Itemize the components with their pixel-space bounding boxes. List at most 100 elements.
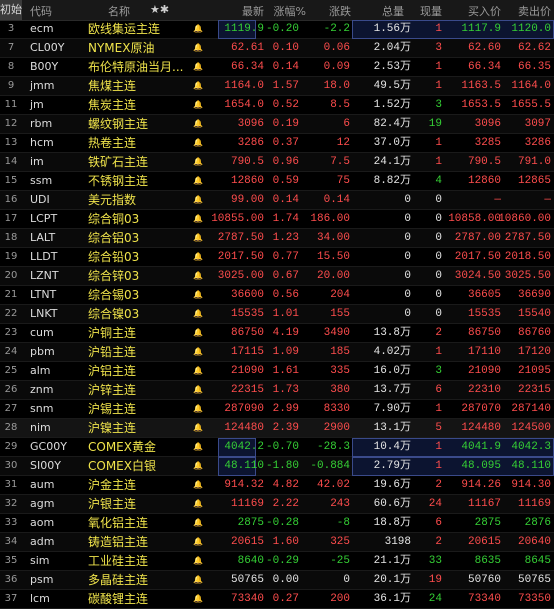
- table-row[interactable]: 18 LALT 综合铝03 🔔 2787.50 1.23 34.00 0 0 2787.00 278…: [0, 229, 554, 248]
- alert-bell-icon[interactable]: 🔔: [192, 210, 204, 228]
- table-row[interactable]: 3 ecm 欧线集运主连 🔔 1119.9 -0.20 -2.2 1.56万 1 1117.9 11…: [0, 20, 554, 39]
- alert-bell-icon[interactable]: 🔔: [192, 400, 204, 418]
- alert-bell-icon[interactable]: 🔔: [192, 381, 204, 399]
- alert-bell-icon[interactable]: 🔔: [192, 590, 204, 608]
- ask-price: 36690: [517, 289, 551, 301]
- header-buy[interactable]: 买入价: [468, 3, 501, 19]
- alert-bell-icon[interactable]: 🔔: [192, 533, 204, 551]
- table-row[interactable]: 26 znm 沪锌主连 🔔 22315 1.73 380 13.7万 6 22310 22315: [0, 381, 554, 400]
- alert-bell-icon[interactable]: 🔔: [192, 514, 204, 532]
- current-volume: 6: [435, 384, 442, 396]
- header-last[interactable]: 最新: [242, 3, 264, 19]
- alert-bell-icon[interactable]: 🔔: [192, 343, 204, 361]
- ask-price: 287140: [511, 403, 551, 415]
- change-amount: -8: [336, 517, 350, 529]
- alert-bell-icon[interactable]: 🔔: [192, 286, 204, 304]
- alert-bell-icon[interactable]: 🔔: [192, 77, 204, 95]
- table-row[interactable]: 28 nim 沪镍主连 🔔 124480 2.39 2900 13.1万 5 124480 1245…: [0, 419, 554, 438]
- current-volume: 1: [435, 137, 442, 149]
- table-row[interactable]: 13 hcm 热卷主连 🔔 3286 0.37 12 37.0万 1 3285 3286: [0, 134, 554, 153]
- alert-bell-icon[interactable]: 🔔: [192, 571, 204, 589]
- contract-name: NYMEX原油: [88, 41, 155, 55]
- alert-bell-icon[interactable]: 🔔: [192, 115, 204, 133]
- row-index: 7: [7, 42, 15, 53]
- table-row[interactable]: 27 snm 沪锡主连 🔔 287090 2.99 8330 7.90万 1 287070 2871…: [0, 400, 554, 419]
- ask-price: 15540: [517, 308, 551, 320]
- header-code[interactable]: 代码: [30, 3, 52, 19]
- last-price: 20615: [230, 536, 264, 548]
- header-vol[interactable]: 总量: [382, 3, 404, 19]
- alert-bell-icon[interactable]: 🔔: [192, 248, 204, 266]
- ask-price: 12865: [517, 175, 551, 187]
- header-sell[interactable]: 卖出价: [518, 3, 551, 19]
- last-price: 36600: [230, 289, 264, 301]
- alert-bell-icon[interactable]: 🔔: [192, 438, 204, 456]
- header-chg[interactable]: 涨跌: [329, 3, 351, 19]
- table-row[interactable]: 16 UDI 美元指数 🔔 99.00 0.14 0.14 0 0 — —: [0, 191, 554, 210]
- total-volume: 2.79万: [373, 460, 411, 472]
- table-row[interactable]: 23 cum 沪铜主连 🔔 86750 4.19 3490 13.8万 2 86750 86760: [0, 324, 554, 343]
- alert-bell-icon[interactable]: 🔔: [192, 495, 204, 513]
- table-row[interactable]: 17 LCPT 综合铜03 🔔 10855.00 1.74 186.00 0 0 10858.00…: [0, 210, 554, 229]
- alert-bell-icon[interactable]: 🔔: [192, 267, 204, 285]
- header-name[interactable]: 名称: [108, 3, 130, 19]
- table-row[interactable]: 35 sim 工业硅主连 🔔 8640 -0.29 -25 21.1万 33 8635 8645: [0, 552, 554, 571]
- table-row[interactable]: 11 jm 焦炭主连 🔔 1654.0 0.52 8.5 1.52万 3 1653.5 1655.5: [0, 96, 554, 115]
- header-pct[interactable]: 涨幅%: [274, 3, 306, 19]
- alert-bell-icon[interactable]: 🔔: [192, 324, 204, 342]
- table-row[interactable]: 37 lcm 碳酸锂主连 🔔 73340 0.27 200 36.1万 24 73340 73350: [0, 590, 554, 609]
- alert-bell-icon[interactable]: 🔔: [192, 457, 204, 475]
- alert-bell-icon[interactable]: 🔔: [192, 229, 204, 247]
- table-row[interactable]: 31 aum 沪金主连 🔔 914.32 4.82 42.02 19.6万 2 914.26 914…: [0, 476, 554, 495]
- alert-bell-icon[interactable]: 🔔: [192, 20, 204, 38]
- alert-bell-icon[interactable]: 🔔: [192, 134, 204, 152]
- change-amount: 3490: [323, 327, 350, 339]
- table-row[interactable]: 20 LZNT 综合锌03 🔔 3025.00 0.67 20.00 0 0 3024.50 302…: [0, 267, 554, 286]
- table-row[interactable]: 36 psm 多晶硅主连 🔔 50765 0.00 0 20.1万 19 50760 50765: [0, 571, 554, 590]
- table-row[interactable]: 14 im 铁矿石主连 🔔 790.5 0.96 7.5 24.1万 1 790.5 791.0: [0, 153, 554, 172]
- ask-price: 20640: [517, 536, 551, 548]
- table-row[interactable]: 33 aom 氧化铝主连 🔔 2875 -0.28 -8 18.8万 6 2875 2876: [0, 514, 554, 533]
- column-header: 初始 代码 名称 ★✱ 最新 涨幅% 涨跌 总量 现量 买入价 卖出价: [0, 0, 554, 21]
- current-volume: 3: [435, 99, 442, 111]
- alert-bell-icon[interactable]: 🔔: [192, 419, 204, 437]
- init-button[interactable]: 初始: [0, 0, 22, 20]
- row-index: 22: [4, 308, 18, 319]
- table-row[interactable]: 9 jmm 焦煤主连 🔔 1164.0 1.57 18.0 49.5万 1 1163.5 1164.…: [0, 77, 554, 96]
- table-row[interactable]: 19 LLDT 综合铅03 🔔 2017.50 0.77 15.50 0 0 2017.50 201…: [0, 248, 554, 267]
- table-row[interactable]: 25 alm 沪铝主连 🔔 21090 1.61 335 16.0万 3 21090 21095: [0, 362, 554, 381]
- header-cur[interactable]: 现量: [420, 3, 442, 19]
- table-row[interactable]: 8 B00Y 布伦特原油当月... 🔔 66.34 0.14 0.09 2.53万 1 66.34…: [0, 58, 554, 77]
- alert-bell-icon[interactable]: 🔔: [192, 39, 204, 57]
- star-icon[interactable]: ★✱: [150, 3, 169, 16]
- table-row[interactable]: 7 CL00Y NYMEX原油 🔔 62.61 0.10 0.06 2.04万 3 62.60 62…: [0, 39, 554, 58]
- alert-bell-icon[interactable]: 🔔: [192, 191, 204, 209]
- alert-bell-icon[interactable]: 🔔: [192, 153, 204, 171]
- table-row[interactable]: 32 agm 沪银主连 🔔 11169 2.22 243 60.6万 24 11167 11169: [0, 495, 554, 514]
- change-amount: 243: [330, 498, 350, 510]
- table-row[interactable]: 12 rbm 螺纹钢主连 🔔 3096 0.19 6 82.4万 19 3096 3097: [0, 115, 554, 134]
- alert-bell-icon[interactable]: 🔔: [192, 305, 204, 323]
- alert-bell-icon[interactable]: 🔔: [192, 58, 204, 76]
- table-row[interactable]: 30 SI00Y COMEX白银 🔔 48.110 -1.80 -0.884 2.79万 1 48…: [0, 457, 554, 476]
- last-price: 62.61: [230, 42, 264, 54]
- change-amount: 18.0: [323, 80, 350, 92]
- table-row[interactable]: 15 ssm 不锈钢主连 🔔 12860 0.59 75 8.82万 4 12860 12865: [0, 172, 554, 191]
- alert-bell-icon[interactable]: 🔔: [192, 552, 204, 570]
- table-row[interactable]: 34 adm 铸造铝主连 🔔 20615 1.60 325 3198 2 20615 20640: [0, 533, 554, 552]
- alert-bell-icon[interactable]: 🔔: [192, 476, 204, 494]
- table-row[interactable]: 22 LNKT 综合镍03 🔔 15535 1.01 155 0 0 15535 15540: [0, 305, 554, 324]
- last-price: 2875: [237, 517, 264, 529]
- bid-price: 73340: [467, 593, 501, 605]
- current-volume: 1: [435, 156, 442, 168]
- table-row[interactable]: 24 pbm 沪铅主连 🔔 17115 1.09 185 4.02万 1 17110 17120: [0, 343, 554, 362]
- current-volume: 2: [435, 536, 442, 548]
- alert-bell-icon[interactable]: 🔔: [192, 362, 204, 380]
- table-row[interactable]: 21 LTNT 综合锡03 🔔 36600 0.56 204 0 0 36605 36690: [0, 286, 554, 305]
- symbol-code: LTNT: [30, 288, 57, 301]
- table-row[interactable]: 29 GC00Y COMEX黄金 🔔 4042.2 -0.70 -28.3 10.4万 1 404…: [0, 438, 554, 457]
- alert-bell-icon[interactable]: 🔔: [192, 172, 204, 190]
- alert-bell-icon[interactable]: 🔔: [192, 96, 204, 114]
- last-price: 11169: [230, 498, 264, 510]
- bid-price: 4041.9: [461, 441, 501, 453]
